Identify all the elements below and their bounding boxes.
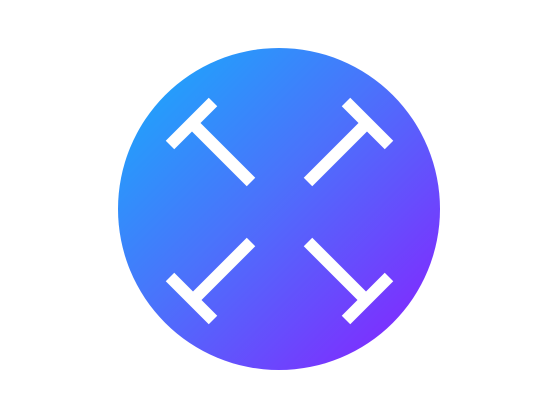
logo-circle [118,48,440,370]
icon-canvas [0,0,560,420]
expand-arrows-icon [118,48,440,370]
